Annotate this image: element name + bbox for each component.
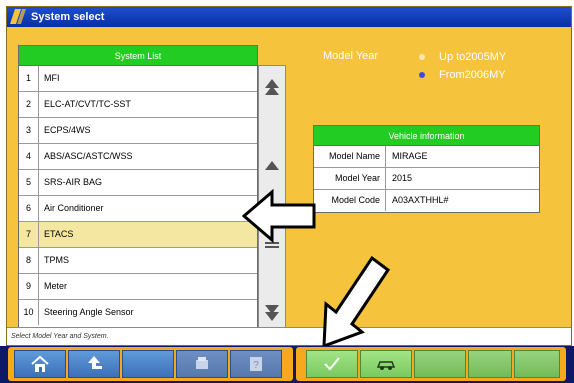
field-name: Model Year xyxy=(314,168,386,189)
blank-button-1[interactable] xyxy=(122,350,174,378)
help-button[interactable]: ? xyxy=(230,350,282,378)
field-value: A03AXTHHL# xyxy=(392,195,449,205)
home-button[interactable] xyxy=(14,350,66,378)
blank-button-2[interactable] xyxy=(414,350,466,378)
back-button[interactable] xyxy=(68,350,120,378)
pointer-arrow-left-icon xyxy=(242,188,316,244)
radio-selected-icon xyxy=(419,72,425,78)
pointer-arrow-down-icon xyxy=(322,255,391,349)
scroll-top-button[interactable] xyxy=(259,68,285,106)
system-row-number: 3 xyxy=(19,118,39,143)
toolbar-right-group xyxy=(296,347,566,381)
system-list-header: System List xyxy=(19,46,257,66)
system-row-label: Meter xyxy=(44,281,68,291)
app-logo-icon xyxy=(10,9,26,24)
system-row[interactable]: 9 Meter xyxy=(19,274,257,300)
print-icon xyxy=(196,357,208,369)
system-row[interactable]: 2 ELC-AT/CVT/TC-SST xyxy=(19,92,257,118)
print-button[interactable] xyxy=(176,350,228,378)
car-icon xyxy=(376,361,396,370)
system-row[interactable]: 6 Air Conditioner xyxy=(19,196,257,222)
system-row-label: MFI xyxy=(44,73,60,83)
system-row[interactable]: 4 ABS/ASC/ASTC/WSS xyxy=(19,144,257,170)
system-row-label: ETACS xyxy=(44,229,74,239)
toolbar-left-group: ? xyxy=(8,347,293,381)
system-row-number: 9 xyxy=(19,274,39,299)
radio-label: Up to2005MY xyxy=(439,51,507,63)
field-name: Model Name xyxy=(314,146,386,167)
double-chevron-up-icon xyxy=(265,79,279,95)
system-row-label: Steering Angle Sensor xyxy=(44,307,134,317)
system-select-window: System select System List 1 MFI 2 ELC-AT… xyxy=(6,6,572,346)
system-row[interactable]: 10 Steering Angle Sensor xyxy=(19,300,257,326)
system-row-label: ECPS/4WS xyxy=(44,125,91,135)
model-year-label: Model Year xyxy=(323,50,379,62)
vehicle-information-table: Vehicle information Model Name MIRAGE Mo… xyxy=(313,125,540,213)
system-row-number: 10 xyxy=(19,300,39,325)
table-row: Model Name MIRAGE xyxy=(314,146,539,168)
field-name: Model Code xyxy=(314,190,386,211)
system-row[interactable]: 3 ECPS/4WS xyxy=(19,118,257,144)
system-row-selected[interactable]: 7 ETACS xyxy=(19,222,257,248)
table-row: Model Year 2015 xyxy=(314,168,539,190)
system-row[interactable]: 5 SRS-AIR BAG xyxy=(19,170,257,196)
system-row-number: 1 xyxy=(19,66,39,91)
chevron-up-icon xyxy=(265,160,279,170)
system-row-number: 8 xyxy=(19,248,39,273)
back-icon xyxy=(88,356,102,369)
screen: System select System List 1 MFI 2 ELC-AT… xyxy=(0,0,574,383)
system-row-label: ABS/ASC/ASTC/WSS xyxy=(44,151,133,161)
svg-text:?: ? xyxy=(253,360,259,371)
vehicle-button[interactable] xyxy=(360,350,412,378)
field-value: 2015 xyxy=(392,173,413,183)
system-row-number: 6 xyxy=(19,196,39,221)
vehicle-information-header: Vehicle information xyxy=(314,126,539,146)
blank-button-4[interactable] xyxy=(514,350,560,378)
content-area: System List 1 MFI 2 ELC-AT/CVT/TC-SST 3 … xyxy=(7,27,571,337)
system-row-number: 2 xyxy=(19,92,39,117)
table-row: Model Code A03AXTHHL# xyxy=(314,190,539,212)
system-row[interactable]: 8 TPMS xyxy=(19,248,257,274)
system-row-label: TPMS xyxy=(44,255,70,265)
bottom-toolbar: ? xyxy=(0,346,574,383)
system-row-label: SRS-AIR BAG xyxy=(44,177,103,187)
field-value: MIRAGE xyxy=(392,151,428,161)
check-icon xyxy=(324,357,340,371)
radio-from-2006[interactable]: From2006MY xyxy=(419,69,506,81)
system-row-label: ELC-AT/CVT/TC-SST xyxy=(44,99,131,109)
status-bar: Select Model Year and System. xyxy=(7,327,571,345)
system-row[interactable]: 1 MFI xyxy=(19,66,257,92)
scroll-up-button[interactable] xyxy=(259,146,285,184)
blank-button-3[interactable] xyxy=(468,350,512,378)
title-bar: System select xyxy=(7,7,571,27)
system-row-number: 4 xyxy=(19,144,39,169)
radio-label: From2006MY xyxy=(439,69,506,81)
home-icon xyxy=(31,355,49,372)
help-icon: ? xyxy=(250,357,262,371)
confirm-button[interactable] xyxy=(306,350,358,378)
double-chevron-down-icon xyxy=(265,305,279,321)
window-title: System select xyxy=(31,11,105,23)
system-row-label: Air Conditioner xyxy=(44,203,104,213)
system-row-number: 5 xyxy=(19,170,39,195)
radio-up-to-2005[interactable]: Up to2005MY xyxy=(419,51,506,63)
system-row-number: 7 xyxy=(19,222,39,247)
system-list: System List 1 MFI 2 ELC-AT/CVT/TC-SST 3 … xyxy=(18,45,258,337)
radio-unselected-icon xyxy=(419,54,425,60)
